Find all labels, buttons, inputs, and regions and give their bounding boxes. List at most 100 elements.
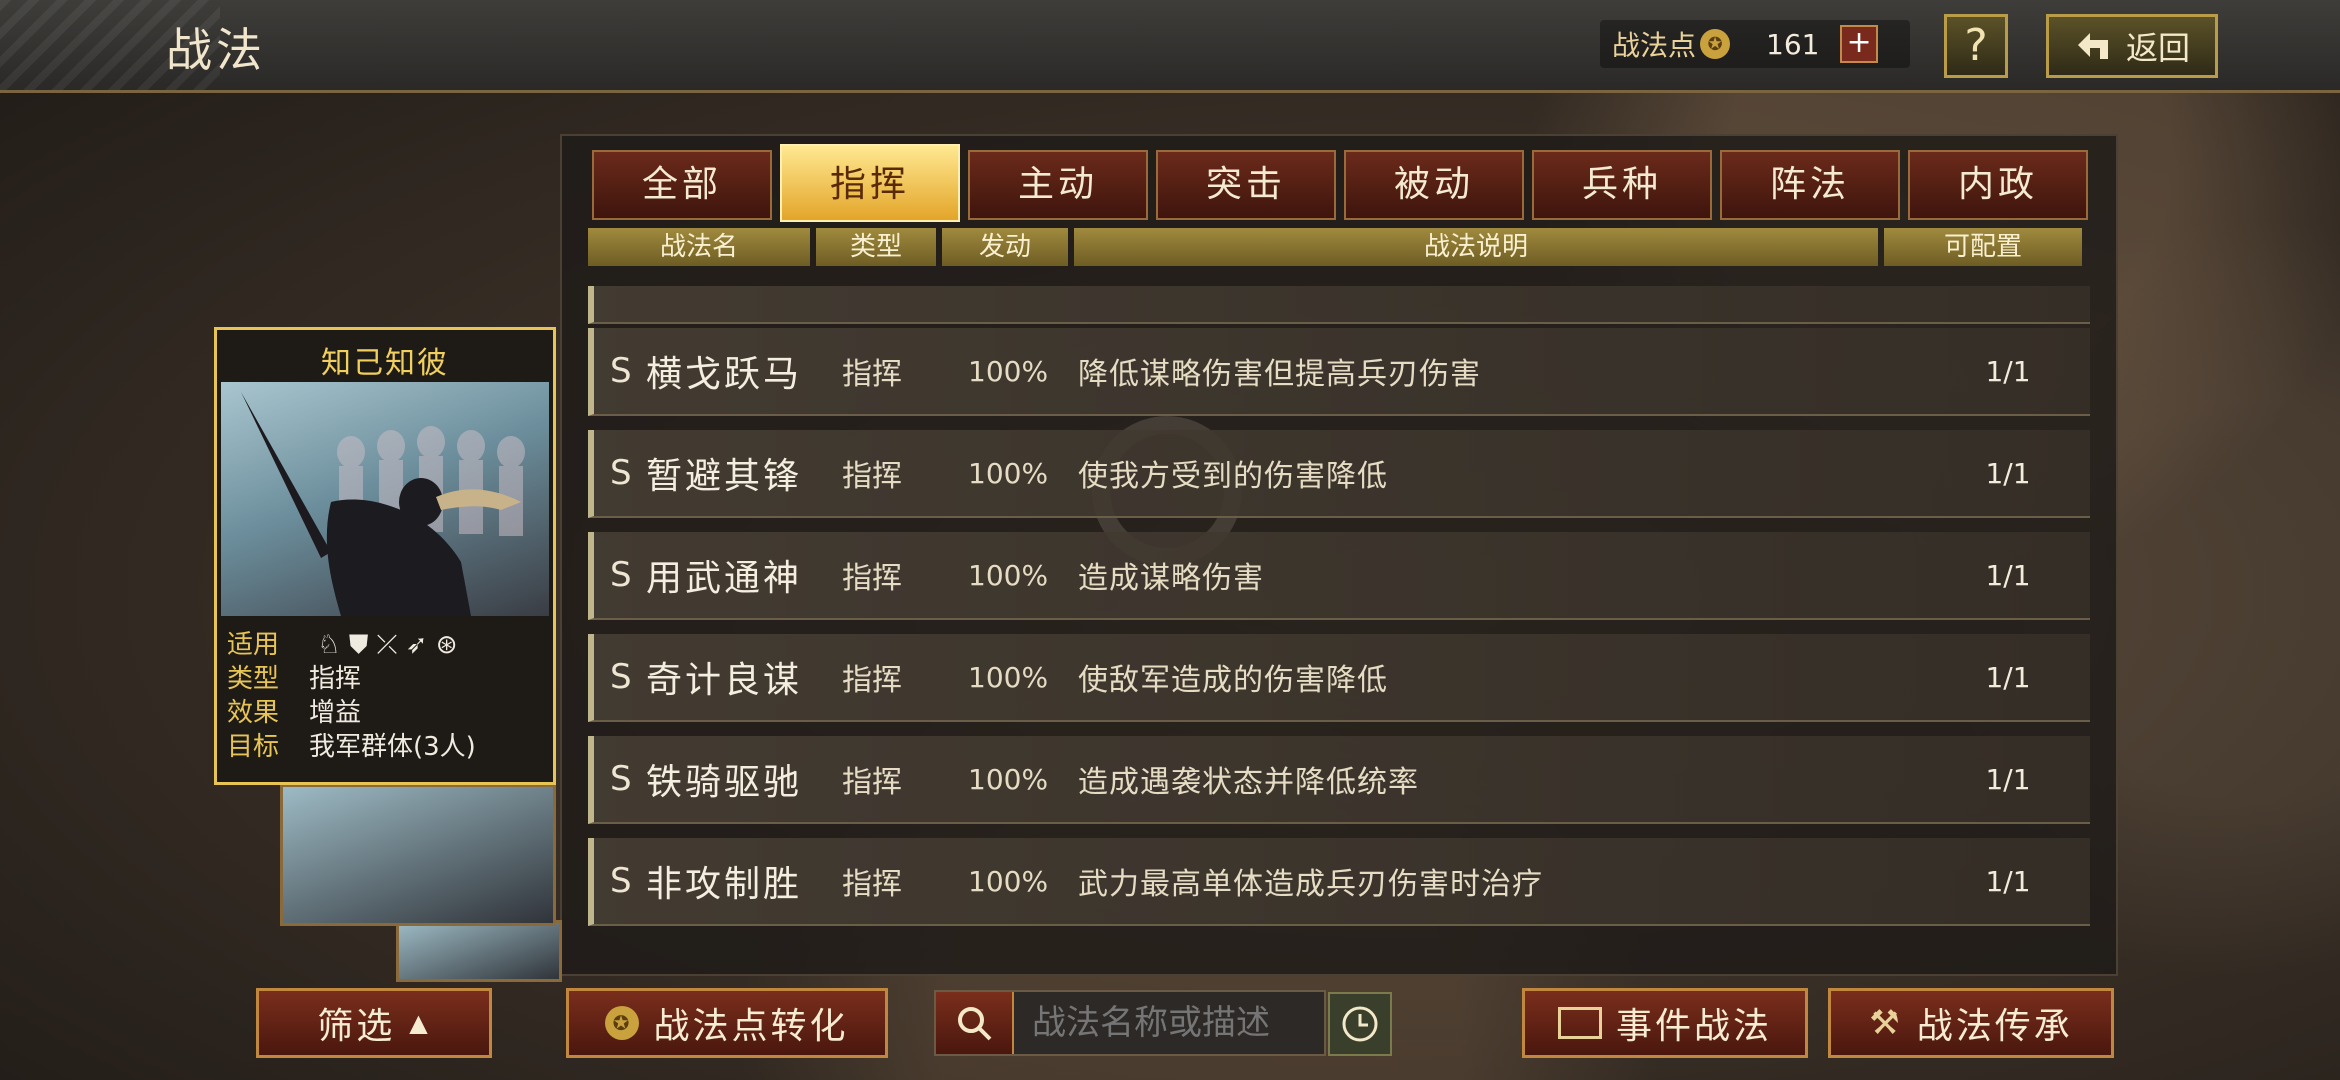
tactics-list[interactable]: S 横戈跃马 指挥 100% 降低谋略伤害但提高兵刃伤害 1/1 S 暂避其锋 …: [588, 286, 2090, 962]
tactic-card-preview-2[interactable]: [280, 784, 556, 926]
tab-all[interactable]: 全部: [592, 150, 772, 220]
row-type: 指挥: [842, 561, 902, 596]
row-description: 造成谋略伤害: [1078, 561, 1264, 596]
search-button[interactable]: [936, 992, 1014, 1054]
archer-icon: ⤫: [376, 630, 398, 660]
row-description: 造成遇袭状态并降低统率: [1078, 765, 1419, 800]
tab-formation[interactable]: 阵法: [1720, 150, 1900, 220]
chariot-icon: ⊛: [435, 630, 458, 660]
back-button[interactable]: 返回: [2046, 14, 2218, 78]
row-description: 使敌军造成的伤害降低: [1078, 663, 1388, 698]
row-type: 指挥: [842, 867, 902, 902]
column-type[interactable]: 类型: [816, 228, 936, 266]
column-configurable[interactable]: 可配置: [1884, 228, 2082, 266]
filter-label: 筛选: [317, 1006, 396, 1047]
back-arrow-icon: [2077, 33, 2108, 59]
tab-passive[interactable]: 被动: [1344, 150, 1524, 220]
card-info: 适用 ♘ ⛊ ⤫ ➶ ⊛ 类型 指挥 效果 增益 目标 我军群体(3人): [227, 628, 476, 764]
tab-active[interactable]: 主动: [968, 150, 1148, 220]
hammer-icon: ⚒: [1869, 1003, 1903, 1043]
top-bar: 战法 战法点 ✪ 161 + ? 返回: [0, 0, 2340, 93]
add-points-button[interactable]: +: [1840, 25, 1879, 63]
card-apply-label: 适用: [227, 630, 280, 660]
row-rate: 100%: [968, 762, 1049, 796]
tactic-point-coin-icon: ✪: [1700, 29, 1731, 59]
row-rate: 100%: [968, 456, 1049, 490]
card-type-value: 指挥: [309, 664, 362, 694]
table-row[interactable]: S 非攻制胜 指挥 100% 武力最高单体造成兵刃伤害时治疗 1/1: [588, 838, 2090, 926]
row-configurable: 1/1: [1985, 558, 2031, 592]
table-row[interactable]: S 铁骑驱驰 指挥 100% 造成遇袭状态并降低统率 1/1: [588, 736, 2090, 824]
row-configurable: 1/1: [1985, 864, 2031, 898]
category-tabs: 全部 指挥 主动 突击 被动 兵种 阵法 内政: [592, 144, 2088, 222]
spear-icon: ➶: [405, 630, 428, 660]
search-icon: [958, 1007, 992, 1041]
scroll-icon: [1557, 1007, 1602, 1039]
tactic-point-coin-icon: ✪: [605, 1006, 640, 1040]
row-grade: S: [610, 657, 632, 697]
row-configurable: 1/1: [1985, 354, 2031, 388]
row-name: 非攻制胜: [646, 864, 803, 905]
row-rate: 100%: [968, 660, 1049, 694]
row-description: 武力最高单体造成兵刃伤害时治疗: [1078, 867, 1543, 902]
table-row[interactable]: S 用武通神 指挥 100% 造成谋略伤害 1/1: [588, 532, 2090, 620]
tab-troop-type[interactable]: 兵种: [1532, 150, 1712, 220]
row-grade: S: [610, 351, 632, 391]
row-description: 降低谋略伤害但提高兵刃伤害: [1078, 357, 1481, 392]
triangle-up-icon: ▲: [409, 1009, 431, 1037]
table-row[interactable]: S 奇计良谋 指挥 100% 使敌军造成的伤害降低 1/1: [588, 634, 2090, 722]
card-effect-label: 效果: [227, 698, 280, 728]
tactics-panel: 全部 指挥 主动 突击 被动 兵种 阵法 内政 战法名 类型 发动 战法说明 可…: [560, 134, 2118, 976]
card-type-label: 类型: [227, 664, 280, 694]
column-name[interactable]: 战法名: [588, 228, 810, 266]
row-name: 暂避其锋: [646, 456, 803, 497]
table-row[interactable]: S 横戈跃马 指挥 100% 降低谋略伤害但提高兵刃伤害 1/1: [588, 328, 2090, 416]
history-button[interactable]: [1328, 992, 1392, 1056]
tactic-inherit-button[interactable]: ⚒ 战法传承: [1828, 988, 2114, 1058]
help-button[interactable]: ?: [1944, 14, 2008, 78]
row-grade: S: [610, 453, 632, 493]
tab-command[interactable]: 指挥: [780, 144, 960, 222]
row-grade: S: [610, 555, 632, 595]
row-rate: 100%: [968, 354, 1049, 388]
row-name: 铁骑驱驰: [646, 762, 803, 803]
row-configurable: 1/1: [1985, 456, 2031, 490]
card-effect-value: 增益: [309, 698, 362, 728]
event-tactics-label: 事件战法: [1615, 1006, 1772, 1047]
selected-tactic-card[interactable]: 知己知彼 适用 ♘ ⛊ ⤫ ➶ ⊛ 类型 指挥 效果 增益 目标 我军群体(3人…: [214, 327, 556, 785]
page-title: 战法: [166, 23, 266, 77]
tab-internal-affairs[interactable]: 内政: [1908, 150, 2088, 220]
tactic-card-preview-3[interactable]: [396, 920, 562, 982]
row-configurable: 1/1: [1985, 762, 2031, 796]
back-label: 返回: [2125, 29, 2190, 67]
row-type: 指挥: [842, 357, 902, 392]
card-artwork: [221, 382, 549, 616]
filter-button[interactable]: 筛选 ▲: [256, 988, 492, 1058]
row-name: 横戈跃马: [646, 354, 803, 395]
row-grade: S: [610, 861, 632, 901]
row-description: 使我方受到的伤害降低: [1078, 459, 1388, 494]
column-description: 战法说明: [1074, 228, 1878, 266]
search-bar: [934, 990, 1326, 1056]
tab-assault[interactable]: 突击: [1156, 150, 1336, 220]
table-row[interactable]: S 暂避其锋 指挥 100% 使我方受到的伤害降低 1/1: [588, 430, 2090, 518]
row-grade: S: [610, 759, 632, 799]
table-row-partial[interactable]: [588, 286, 2090, 324]
troop-icons: ♘ ⛊ ⤫ ➶ ⊛: [317, 630, 457, 660]
table-header: 战法名 类型 发动 战法说明 可配置: [588, 228, 2082, 266]
cavalry-icon: ♘: [317, 630, 341, 660]
row-name: 奇计良谋: [646, 660, 803, 701]
search-input[interactable]: [1030, 1002, 1324, 1044]
convert-points-button[interactable]: ✪ 战法点转化: [566, 988, 888, 1058]
warrior-silhouette-icon: [241, 392, 525, 616]
card-target-label: 目标: [227, 732, 280, 762]
row-type: 指挥: [842, 663, 902, 698]
column-rate[interactable]: 发动: [942, 228, 1068, 266]
card-tactic-name: 知己知彼: [321, 346, 449, 381]
shield-icon: ⛊: [348, 630, 369, 660]
card-target-value: 我军群体(3人): [309, 732, 476, 762]
row-type: 指挥: [842, 765, 902, 800]
row-configurable: 1/1: [1985, 660, 2031, 694]
row-rate: 100%: [968, 864, 1049, 898]
event-tactics-button[interactable]: 事件战法: [1522, 988, 1808, 1058]
